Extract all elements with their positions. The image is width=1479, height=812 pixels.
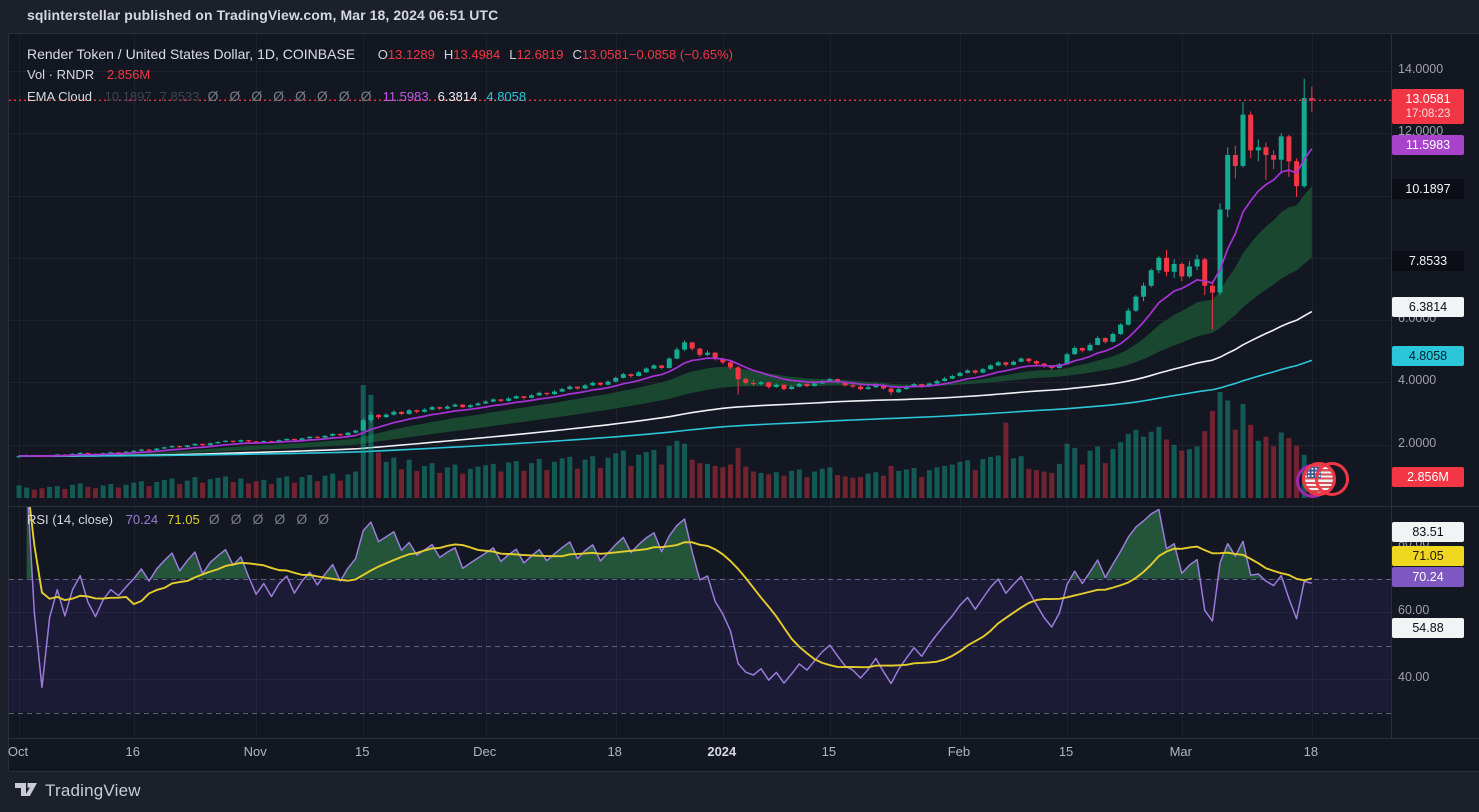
- time-axis[interactable]: [8, 737, 1390, 770]
- legend-value: 70.24: [126, 512, 159, 527]
- disabled-plot-toggle: Ø: [318, 511, 329, 527]
- disabled-plot-toggle: Ø: [207, 88, 218, 104]
- chart-canvas[interactable]: [1, 1, 1479, 812]
- tradingview-published-chart: sqlinterstellar published on TradingView…: [0, 0, 1479, 812]
- legend-value: 11.5983: [383, 89, 429, 104]
- disabled-plot-toggle: Ø: [274, 511, 285, 527]
- tradingview-logo-icon: [14, 782, 38, 801]
- ema-cloud-legend-row[interactable]: EMA Cloud 10.18977.8533ØØØØØØØØ11.59836.…: [27, 88, 535, 104]
- ema-cloud-values: 10.18977.8533ØØØØØØØØ11.59836.38144.8058: [105, 88, 535, 104]
- tradingview-footer-link[interactable]: TradingView: [14, 778, 141, 804]
- legend-value: 12.6819: [517, 47, 564, 62]
- volume-value: 2.856M: [107, 67, 150, 82]
- tradingview-brand-text: TradingView: [45, 781, 141, 801]
- red-ring-icon: [1315, 462, 1349, 496]
- disabled-plot-toggle: Ø: [317, 88, 328, 104]
- disabled-plot-toggle: Ø: [295, 88, 306, 104]
- disabled-plot-toggle: Ø: [252, 511, 263, 527]
- disabled-plot-toggle: Ø: [273, 88, 284, 104]
- disabled-plot-toggle: Ø: [361, 88, 372, 104]
- volume-legend-row[interactable]: Vol · RNDR 2.856M: [27, 67, 150, 82]
- symbol-title: Render Token / United States Dollar, 1D,…: [27, 46, 355, 62]
- disabled-plot-toggle: Ø: [296, 511, 307, 527]
- rsi-label: RSI (14, close): [27, 512, 113, 527]
- disabled-plot-toggle: Ø: [229, 88, 240, 104]
- legend-value: −0.0858 (−0.65%): [629, 47, 733, 62]
- price-axis[interactable]: [1390, 33, 1479, 737]
- legend-value: 13.4984: [453, 47, 500, 62]
- disabled-plot-toggle: Ø: [231, 511, 242, 527]
- ohlc-values: O13.1289 H13.4984 L12.6819 C13.0581−0.0858 …: [369, 47, 733, 62]
- volume-label: Vol · RNDR: [27, 67, 94, 82]
- legend-value: 7.8533: [160, 89, 200, 104]
- rsi-values: 70.2471.05ØØØØØØ: [126, 511, 340, 527]
- chart-widget: [8, 33, 1479, 771]
- legend-value: 13.0581: [582, 47, 629, 62]
- legend-value: 13.1289: [388, 47, 435, 62]
- legend-value: 10.1897: [105, 89, 152, 104]
- legend-value: O: [378, 47, 388, 62]
- disabled-plot-toggle: Ø: [339, 88, 350, 104]
- us-flag-event-marker[interactable]: [1296, 461, 1354, 501]
- legend-value: 4.8058: [486, 89, 526, 104]
- legend-value: C: [573, 47, 582, 62]
- legend-value: 6.3814: [438, 89, 478, 104]
- disabled-plot-toggle: Ø: [209, 511, 220, 527]
- rsi-legend-row[interactable]: RSI (14, close) 70.2471.05ØØØØØØ: [27, 511, 340, 527]
- legend-value: L: [509, 47, 516, 62]
- legend-value: 71.05: [167, 512, 200, 527]
- disabled-plot-toggle: Ø: [251, 88, 262, 104]
- legend-value: H: [444, 47, 453, 62]
- symbol-legend-row[interactable]: Render Token / United States Dollar, 1D,…: [27, 46, 733, 62]
- ema-cloud-label: EMA Cloud: [27, 89, 92, 104]
